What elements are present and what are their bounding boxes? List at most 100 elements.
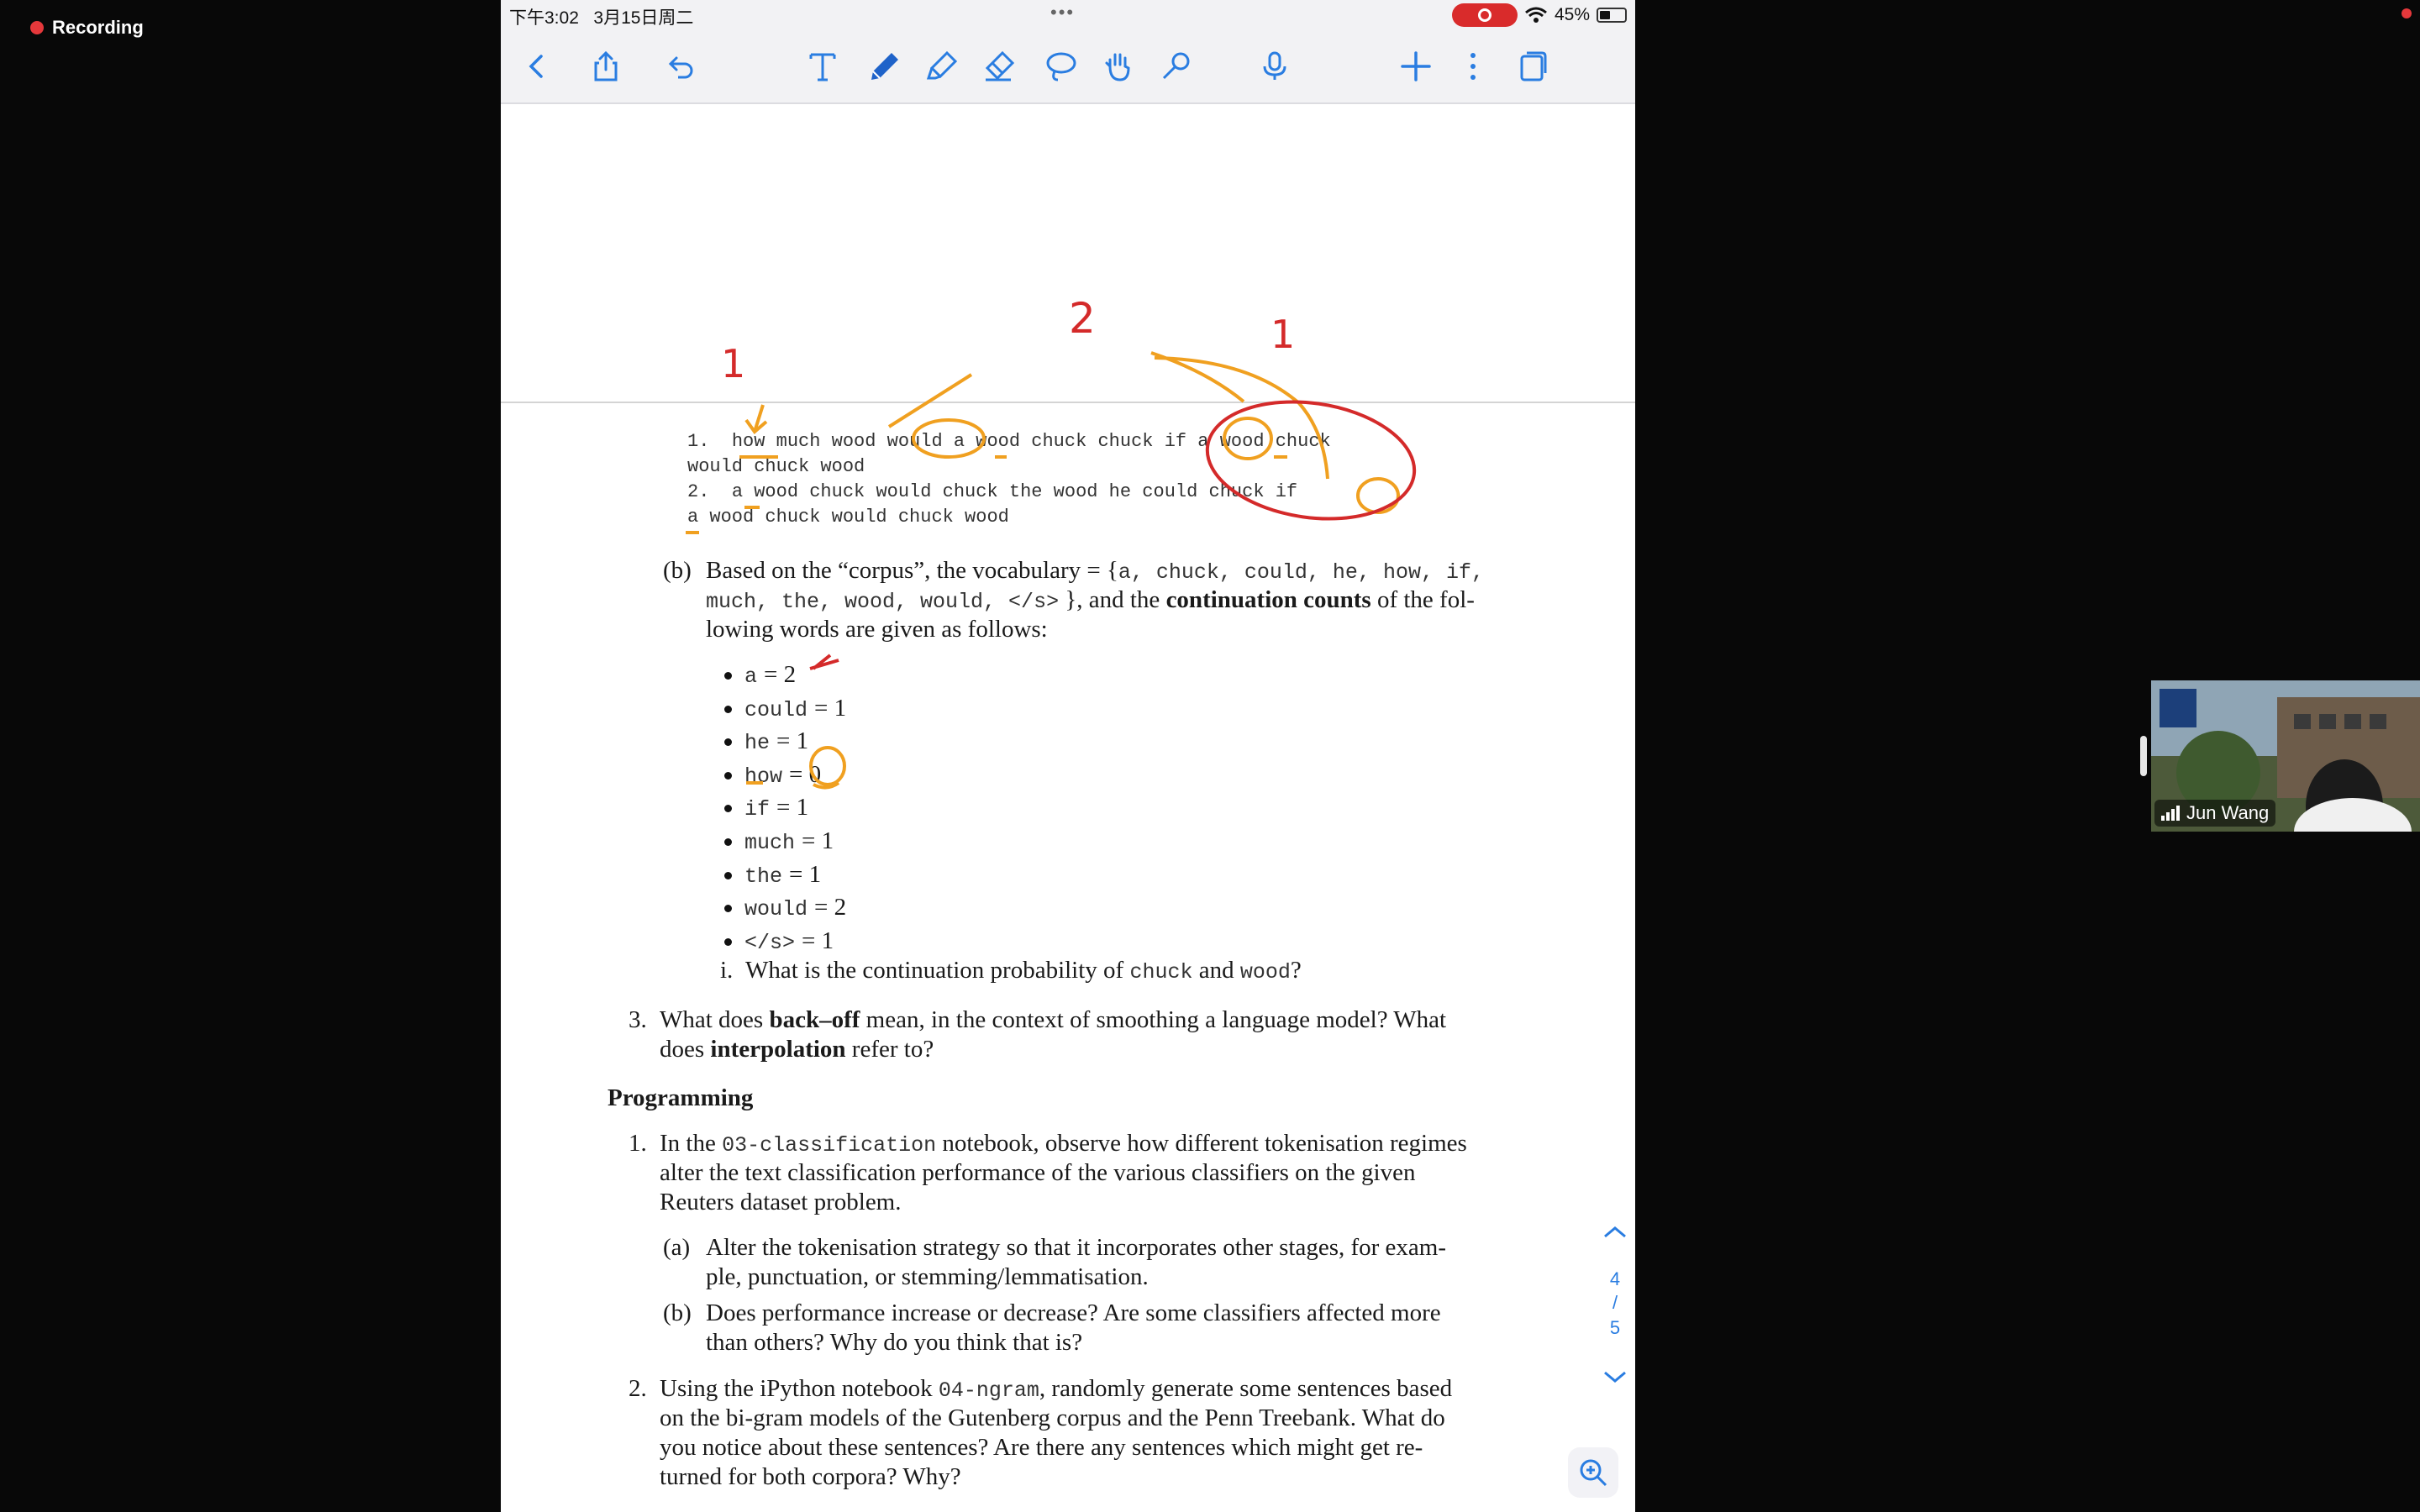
part-b-line-1: Based on the “corpus”, the vocabulary = …: [706, 557, 1484, 585]
count-value: = 2: [764, 661, 797, 688]
count-value: = 1: [814, 694, 847, 722]
screen-recording-pill[interactable]: [1451, 3, 1518, 27]
bullet-dot: [724, 771, 732, 780]
signal-strength-icon: [2161, 806, 2180, 821]
text-tool-icon[interactable]: [803, 47, 842, 86]
page-down-chevron-icon[interactable]: [1590, 1364, 1635, 1389]
page-separator: /: [1612, 1292, 1618, 1313]
prog-1b-line-1: Does performance increase or decrease? A…: [706, 1299, 1441, 1326]
count-word: a: [744, 664, 758, 689]
add-icon[interactable]: [1397, 47, 1435, 86]
annotation-curve-orange-middle: [1150, 351, 1245, 403]
prog-1-line-1: In the 03-classification notebook, obser…: [660, 1130, 1467, 1158]
question-i-label: i.: [720, 957, 734, 984]
annotation-number-left: 1: [721, 341, 745, 386]
part-b-label: (b): [663, 557, 692, 584]
prog-1a-label: (a): [663, 1234, 691, 1261]
prog-1b-line-2: than others? Why do you think that is?: [706, 1329, 1083, 1356]
microphone-icon[interactable]: [1255, 47, 1294, 86]
count-word: </s>: [744, 930, 796, 955]
annotation-check-mark: [809, 654, 839, 670]
pages-icon[interactable]: [1512, 47, 1551, 86]
status-time: 下午3:02 3月15日周二: [509, 8, 694, 28]
multitask-dots-icon[interactable]: •••: [1050, 2, 1075, 24]
page-current: 4: [1609, 1268, 1621, 1289]
annotation-curve-orange-right: [1154, 356, 1329, 480]
question-3-line-2: does interpolation refer to?: [660, 1036, 934, 1063]
prog-2-line-3: you notice about these sentences? Are th…: [660, 1434, 1423, 1461]
highlighter-tool-icon[interactable]: [923, 47, 961, 86]
prog-1-line-3: Reuters dataset problem.: [660, 1189, 902, 1215]
count-value: = 1: [776, 727, 809, 755]
back-chevron-icon[interactable]: [518, 47, 556, 86]
share-icon[interactable]: [587, 47, 625, 86]
lasso-tool-icon[interactable]: [1042, 47, 1081, 86]
recording-dot-icon: [30, 21, 44, 34]
battery-percent: 45%: [1554, 5, 1590, 24]
bullet-dot: [724, 738, 732, 747]
annotation-circle-if-2: [1356, 477, 1400, 514]
record-status-dot-icon: [2402, 8, 2412, 18]
undo-icon[interactable]: [662, 47, 701, 86]
wifi-icon: [1525, 7, 1547, 23]
count-word: the: [744, 864, 783, 889]
pen-tool-icon[interactable]: [865, 47, 904, 86]
shapes-tool-icon[interactable]: [1156, 47, 1195, 86]
count-value: = 1: [776, 794, 809, 822]
page-break-divider: [501, 402, 1635, 403]
count-word: if: [744, 797, 771, 822]
battery-icon: [1597, 8, 1627, 23]
more-icon[interactable]: [1454, 47, 1492, 86]
prog-1a-line-2: ple, punctuation, or stemming/lemmatisat…: [706, 1263, 1149, 1290]
video-thumbnail[interactable]: Jun Wang: [2151, 680, 2420, 832]
annotation-red-ellipse: [1205, 400, 1417, 521]
prog-1-label: 1.: [629, 1130, 647, 1157]
count-word: could: [744, 697, 808, 722]
bullet-dot: [724, 805, 732, 813]
count-value: = 1: [802, 827, 834, 854]
status-bar: 下午3:02 3月15日周二 ••• 45%: [501, 0, 1635, 30]
prog-1a-line-1: Alter the tokenisation strategy so that …: [706, 1234, 1447, 1261]
hand-tool-icon[interactable]: [1099, 47, 1138, 86]
continuation-count-item: how = 0: [744, 760, 821, 791]
count-value: = 0: [789, 760, 822, 788]
count-value: = 1: [802, 927, 834, 954]
continuation-count-item: would = 2: [744, 893, 846, 924]
part-b-line-2: much, the, wood, would, </s> }, and the …: [706, 586, 1475, 614]
prog-1b-label: (b): [663, 1299, 692, 1326]
annotation-number-middle: 2: [1069, 294, 1096, 343]
annotation-arrow-orange-left: [887, 373, 973, 428]
scroll-handle[interactable]: [2140, 736, 2147, 776]
notes-toolbar: [501, 30, 1635, 104]
prog-2-label: 2.: [629, 1375, 647, 1402]
continuation-count-item: </s> = 1: [744, 927, 834, 958]
recording-indicator: Recording: [30, 17, 144, 39]
prog-2-line-1: Using the iPython notebook 04-ngram, ran…: [660, 1375, 1453, 1403]
participant-name-label: Jun Wang: [2154, 800, 2276, 827]
continuation-count-item: much = 1: [744, 827, 834, 858]
programming-heading: Programming: [608, 1084, 754, 1111]
eraser-tool-icon[interactable]: [980, 47, 1018, 86]
bullet-dot: [724, 871, 732, 879]
continuation-count-item: a = 2: [744, 660, 796, 691]
zoom-button[interactable]: [1568, 1447, 1618, 1498]
annotation-number-right: 1: [1270, 312, 1295, 357]
prog-2-line-4: turned for both corpora? Why?: [660, 1463, 961, 1490]
bullet-dot: [724, 672, 732, 680]
page-up-chevron-icon[interactable]: [1590, 1220, 1635, 1245]
count-word: much: [744, 831, 796, 855]
count-word: he: [744, 731, 771, 756]
corpus-line-2-cont: a wood chuck would chuck wood: [687, 507, 1009, 528]
bullet-dot: [724, 937, 732, 946]
bullet-dot: [724, 705, 732, 713]
ipad-screen: 下午3:02 3月15日周二 ••• 45% 1. how much wood …: [501, 0, 1635, 1512]
continuation-count-item: he = 1: [744, 727, 808, 758]
count-value: = 1: [789, 860, 822, 888]
question-i-text: What is the continuation probability of …: [745, 957, 1302, 984]
continuation-count-item: the = 1: [744, 860, 821, 891]
prog-2-line-2: on the bi-gram models of the Gutenberg c…: [660, 1404, 1445, 1431]
continuation-count-item: could = 1: [744, 694, 846, 725]
bullet-dot: [724, 838, 732, 846]
count-value: = 2: [814, 894, 847, 921]
document-page[interactable]: 1. how much wood would a wood chuck chuc…: [501, 104, 1635, 1512]
